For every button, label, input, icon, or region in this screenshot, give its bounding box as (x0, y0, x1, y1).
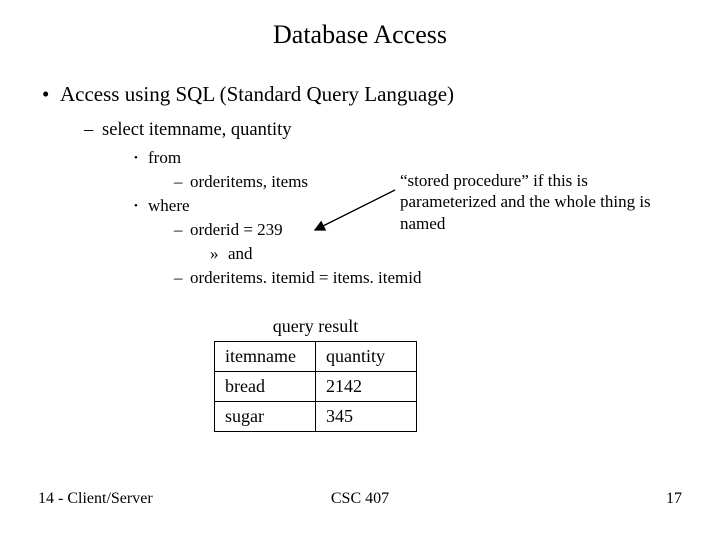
footer-right: 17 (666, 490, 682, 508)
sql-from-clause: orderitems, items (190, 172, 308, 192)
table-header: quantity (316, 342, 417, 372)
slide: Database Access Access using SQL (Standa… (0, 0, 720, 540)
page-title: Database Access (0, 20, 720, 50)
table-row: itemname quantity (215, 342, 417, 372)
table-cell: sugar (215, 402, 316, 432)
result-table: itemname quantity bread 2142 sugar 345 (214, 341, 417, 432)
table-cell: bread (215, 372, 316, 402)
sql-and-kw: and (228, 244, 253, 264)
table-row: bread 2142 (215, 372, 417, 402)
result-table-wrap: query result itemname quantity bread 214… (214, 316, 417, 432)
table-cell: 345 (316, 402, 417, 432)
annotation-text: “stored procedure” if this is parameteri… (400, 170, 685, 234)
table-caption: query result (214, 316, 417, 337)
sql-where-clause: orderid = 239 (190, 220, 283, 240)
bullet-sub: select itemname, quantity (102, 120, 292, 141)
sql-from-kw: from (148, 148, 181, 168)
arrow-icon (310, 185, 400, 245)
sql-where-kw: where (148, 196, 190, 216)
table-row: sugar 345 (215, 402, 417, 432)
table-cell: 2142 (316, 372, 417, 402)
sql-join-clause: orderitems. itemid = items. itemid (190, 268, 422, 288)
footer-center: CSC 407 (0, 490, 720, 508)
bullet-main: Access using SQL (Standard Query Languag… (60, 82, 454, 107)
table-header: itemname (215, 342, 316, 372)
